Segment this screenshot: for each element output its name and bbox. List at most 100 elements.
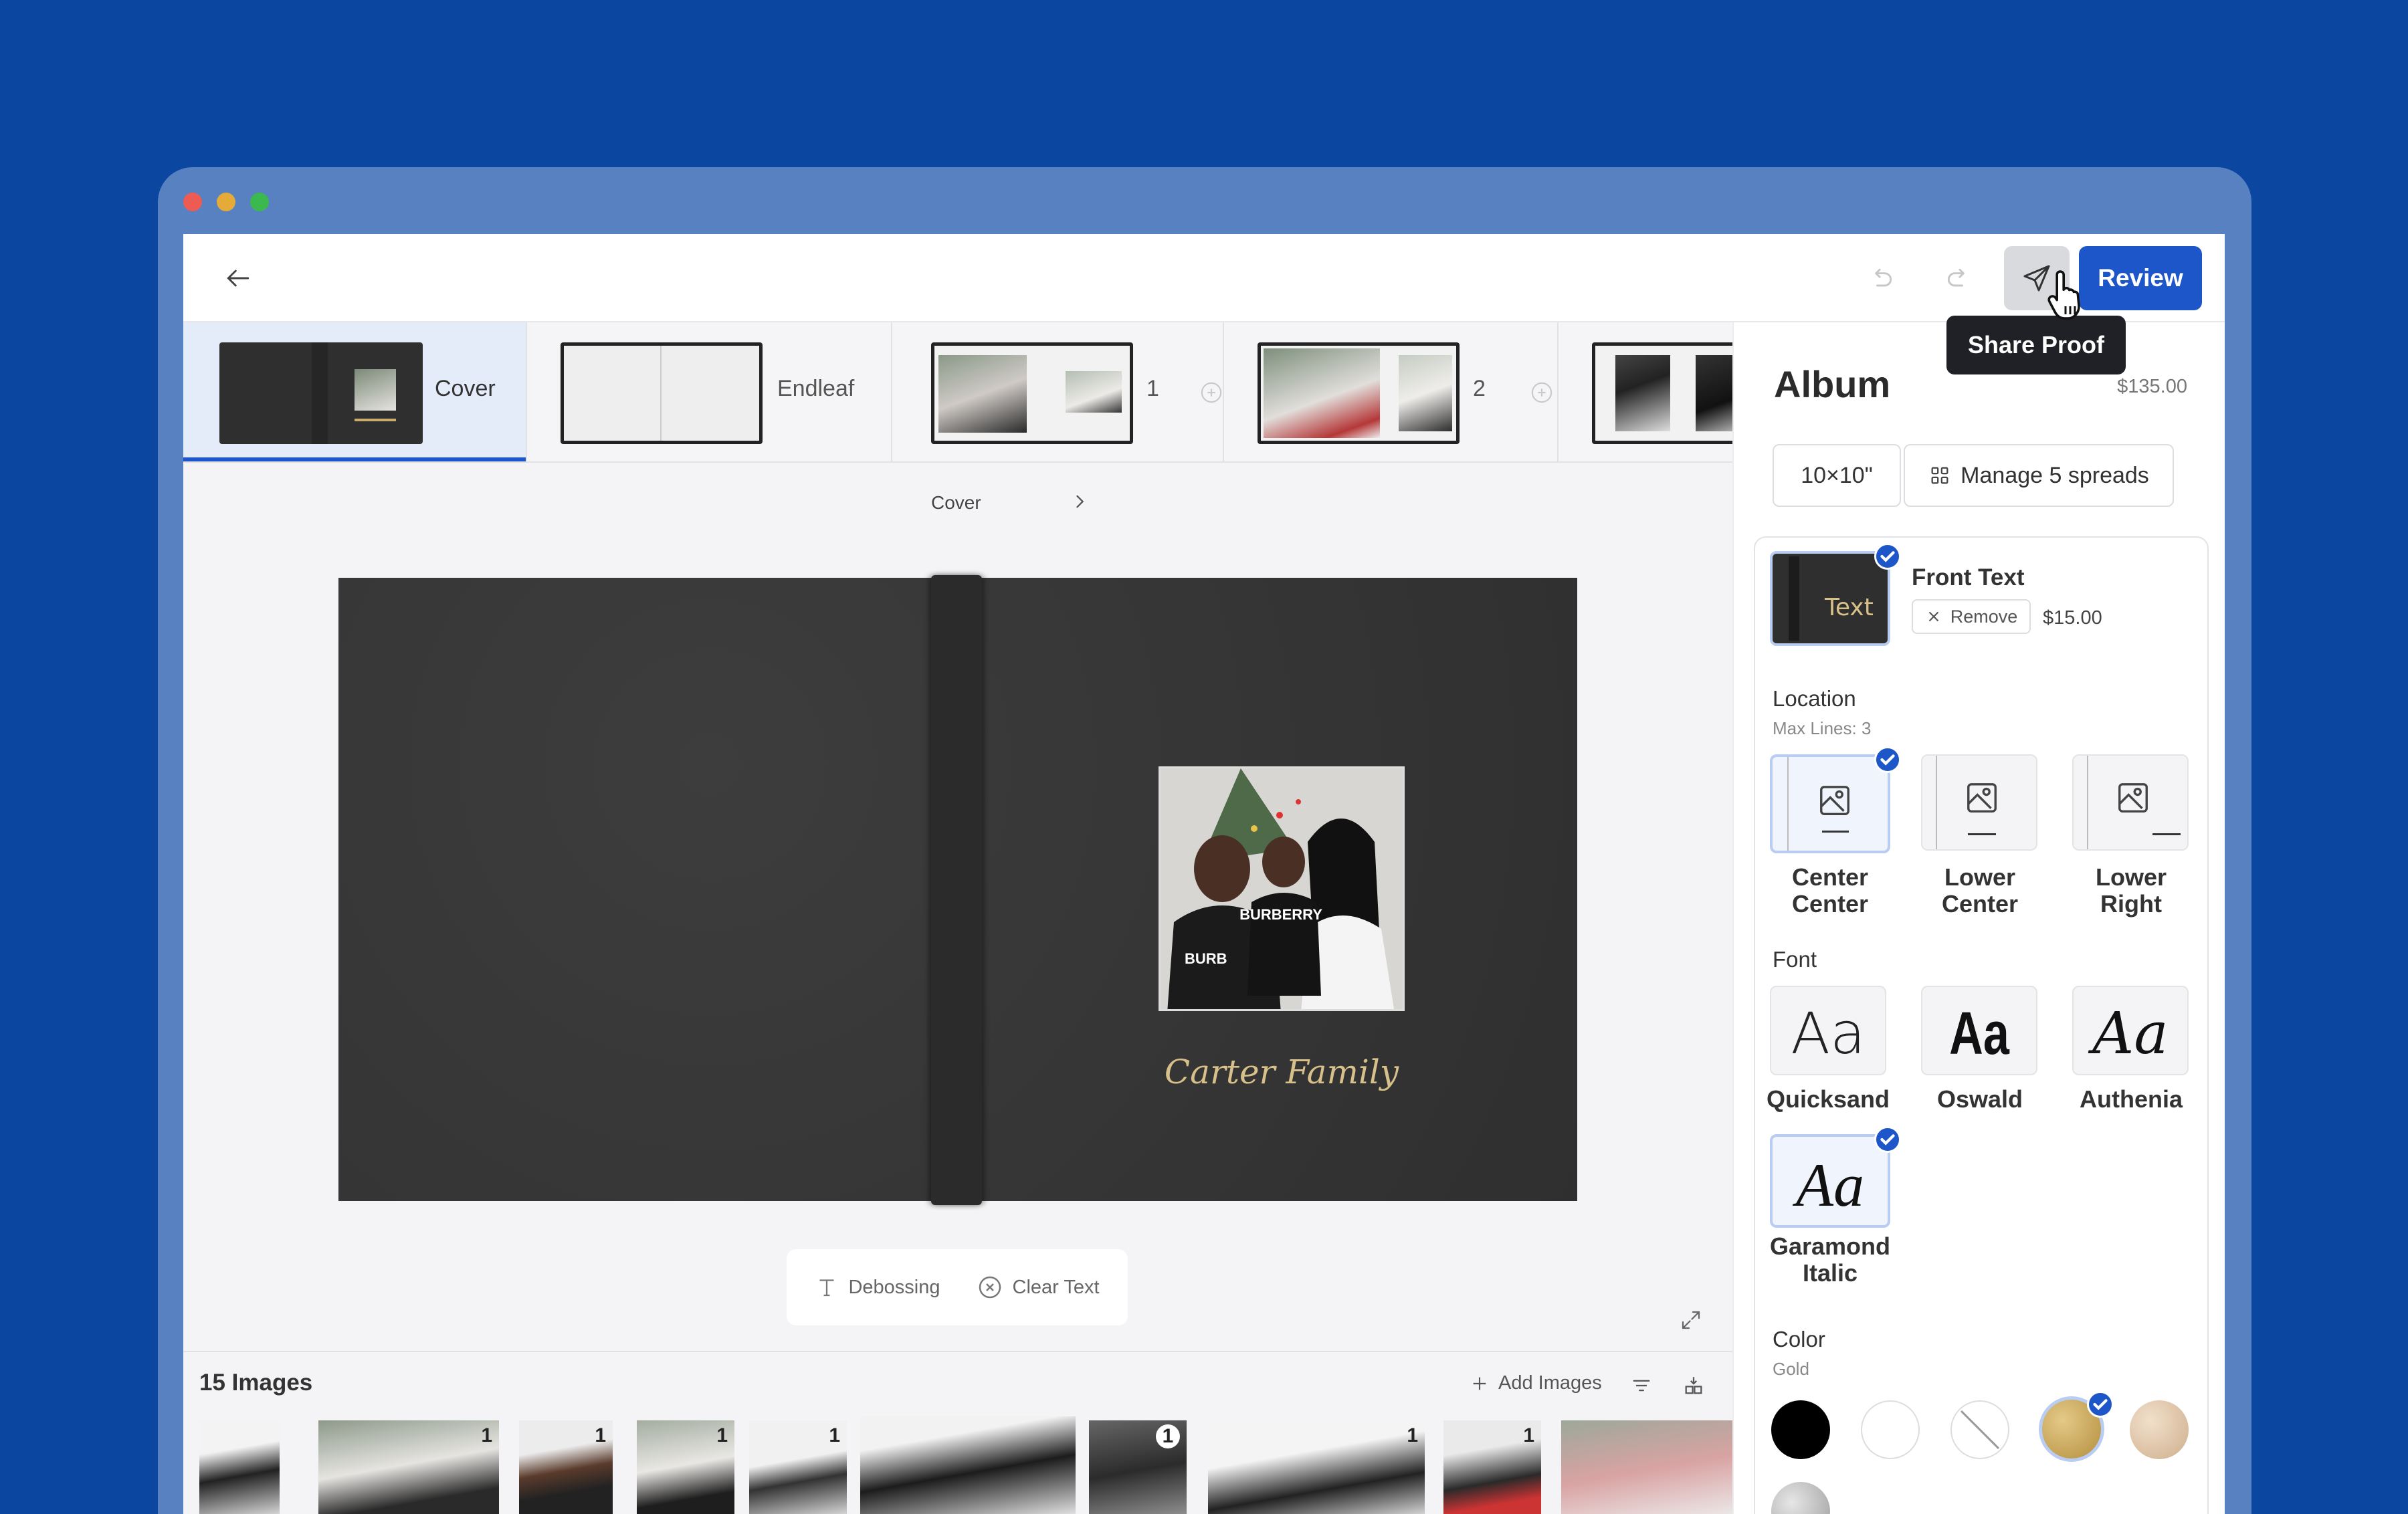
location-subtitle: Max Lines: 3: [1773, 718, 1872, 738]
image-thumbnail[interactable]: 1: [519, 1420, 613, 1514]
location-label: Center Center: [1791, 863, 1869, 917]
usage-badge: 1: [1156, 1424, 1180, 1448]
plus-icon: [1473, 1377, 1486, 1390]
image-thumbnail[interactable]: 1: [637, 1420, 734, 1514]
front-text-title: Front Text: [1912, 564, 2025, 590]
color-swatch-black[interactable]: [1771, 1400, 1830, 1459]
color-swatch-rose-gold[interactable]: [2130, 1400, 2189, 1459]
text-t-icon: [819, 1279, 834, 1297]
color-title: Color: [1773, 1327, 1825, 1351]
remove-front-text-button[interactable]: Remove: [1912, 599, 2031, 634]
add-spread-icon[interactable]: [1200, 381, 1223, 404]
text-toolbar: Debossing Clear Text: [787, 1249, 1128, 1325]
spreads-strip: Cover Endleaf 1 2: [183, 322, 1732, 463]
add-images-label: Add Images: [1498, 1372, 1602, 1394]
close-window-dot[interactable]: [183, 193, 202, 211]
spread-2-thumbnail: [1258, 342, 1460, 444]
color-subtitle: Gold: [1773, 1359, 1809, 1379]
front-text-thumbnail[interactable]: Text: [1770, 551, 1890, 646]
images-panel: 15 Images Add Images 1 1 1 1 1 1 1: [183, 1351, 1732, 1514]
page-breadcrumb: Cover: [931, 492, 981, 513]
usage-badge: 1: [1523, 1424, 1534, 1446]
spread-tile-3[interactable]: [1559, 322, 1732, 461]
check-icon: [1874, 746, 1901, 773]
expand-icon[interactable]: [1678, 1307, 1704, 1333]
usage-badge: 1: [481, 1424, 492, 1446]
check-icon: [2087, 1391, 2114, 1418]
svg-text:BURBERRY: BURBERRY: [1239, 906, 1322, 923]
cover-text[interactable]: Carter Family: [1153, 1053, 1410, 1091]
image-placeholder-icon: [2118, 783, 2148, 813]
clear-circle-icon: [979, 1276, 1001, 1299]
image-thumbnail[interactable]: [199, 1420, 280, 1514]
image-thumbnail[interactable]: 1: [1089, 1420, 1187, 1514]
debossing-label: Debossing: [848, 1276, 940, 1298]
front-text-sample: Text: [1825, 594, 1874, 621]
location-center-center[interactable]: [1770, 754, 1890, 853]
review-button[interactable]: Review: [2079, 246, 2202, 310]
undo-icon[interactable]: [1862, 259, 1900, 297]
top-toolbar: Review: [183, 234, 2225, 322]
spread-tile-2[interactable]: 2: [1224, 322, 1559, 461]
filter-icon[interactable]: [1628, 1372, 1655, 1399]
check-icon: [1874, 543, 1901, 570]
share-proof-tooltip: Share Proof: [1946, 316, 2126, 374]
cover-photo[interactable]: BURBERRY BURB: [1159, 766, 1405, 1011]
color-swatch-silver[interactable]: [1771, 1482, 1830, 1514]
cover-text-options-card: Text Front Text Remove $15.00 Location M…: [1754, 536, 2209, 1514]
font-option-garamond-italic[interactable]: Aa: [1770, 1134, 1890, 1228]
spread-tile-1[interactable]: 1: [892, 322, 1224, 461]
album-editor: Review Share Proof Cover Endleaf 1 2 Cov…: [183, 234, 2225, 1514]
manage-spreads-button[interactable]: Manage 5 spreads: [1904, 444, 2174, 507]
image-thumbnail[interactable]: 1: [749, 1420, 847, 1514]
font-label: Quicksand: [1766, 1085, 1890, 1113]
usage-badge: 1: [1407, 1424, 1418, 1446]
chevron-right-icon[interactable]: [1068, 490, 1092, 514]
debossing-button[interactable]: Debossing: [815, 1275, 940, 1299]
maximize-window-dot[interactable]: [250, 193, 269, 211]
spread-tile-endleaf[interactable]: Endleaf: [527, 322, 892, 461]
color-swatch-white[interactable]: [1861, 1400, 1920, 1459]
hand-pointer-icon: [2047, 269, 2090, 322]
back-arrow-icon[interactable]: [218, 258, 258, 298]
spread-label: Cover: [435, 376, 496, 401]
panel-title: Album: [1774, 363, 1891, 405]
active-indicator: [183, 457, 526, 461]
image-thumbnail[interactable]: [1561, 1420, 1732, 1514]
usage-badge: 1: [716, 1424, 728, 1446]
spread-label: Endleaf: [777, 376, 855, 401]
image-thumbnail[interactable]: [860, 1416, 1076, 1514]
font-option-oswald[interactable]: Aa: [1921, 986, 2037, 1075]
image-thumbnail[interactable]: 1: [1208, 1420, 1425, 1514]
color-swatch-none[interactable]: [1950, 1400, 2009, 1459]
image-placeholder-icon: [1820, 786, 1849, 815]
spread-tile-cover[interactable]: Cover: [183, 322, 527, 461]
image-placeholder-icon: [1967, 783, 1997, 813]
manage-spreads-label: Manage 5 spreads: [1961, 462, 2149, 488]
add-images-button[interactable]: Add Images: [1469, 1372, 1602, 1394]
usage-badge: 1: [829, 1424, 840, 1446]
album-spine: [931, 575, 982, 1205]
add-spread-icon[interactable]: [1530, 381, 1553, 404]
clear-text-button[interactable]: Clear Text: [977, 1274, 1100, 1301]
location-lower-right[interactable]: [2072, 754, 2189, 851]
image-thumbnail[interactable]: 1: [318, 1420, 499, 1514]
location-label: Lower Center: [1941, 863, 2019, 917]
font-option-authenia[interactable]: Aa: [2072, 986, 2189, 1075]
size-label: 10×10": [1801, 462, 1873, 488]
usage-badge: 1: [595, 1424, 606, 1446]
album-settings-panel: Album $135.00 10×10" Manage 5 spreads Te…: [1732, 322, 2225, 1514]
font-option-quicksand[interactable]: Aa: [1770, 986, 1886, 1075]
minimize-window-dot[interactable]: [217, 193, 235, 211]
clear-text-label: Clear Text: [1012, 1276, 1100, 1298]
auto-fill-icon[interactable]: [1680, 1372, 1707, 1399]
x-icon: [1928, 611, 1938, 622]
font-sample: Aa: [1791, 1000, 1866, 1067]
redo-icon[interactable]: [1940, 259, 1977, 297]
font-label: Garamond Italic: [1769, 1232, 1891, 1287]
location-lower-center[interactable]: [1921, 754, 2037, 851]
font-sample: Aa: [1949, 1000, 2009, 1067]
spread-3-thumbnail: [1592, 342, 1732, 444]
size-button[interactable]: 10×10": [1773, 444, 1901, 507]
image-thumbnail[interactable]: 1: [1443, 1420, 1541, 1514]
